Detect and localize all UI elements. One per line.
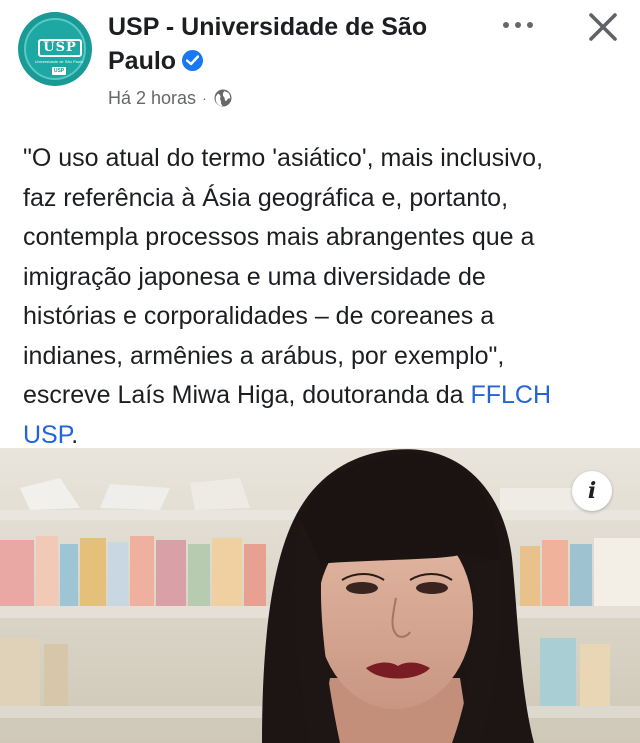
post-text-line: "O uso atual do termo 'asiático', mais i… <box>23 144 544 172</box>
info-button[interactable]: i <box>572 471 612 511</box>
more-dot <box>503 22 509 28</box>
globe-icon[interactable] <box>213 88 233 108</box>
avatar-badge: USP <box>52 67 66 75</box>
fflch-link[interactable]: FFLCH <box>470 381 551 409</box>
close-icon[interactable] <box>584 8 622 46</box>
post-text-end: . <box>71 420 79 449</box>
page-name[interactable]: USP - Universidade de São Paulo <box>108 13 427 75</box>
avatar-sub-text: Universidade de São Paulo <box>34 59 84 64</box>
post-text-line: imigração japonesa e uma diversidade de <box>23 262 486 291</box>
post-photo[interactable] <box>0 448 640 743</box>
avatar-logo-text: USP <box>38 39 82 57</box>
post-meta: Há 2 horas · <box>108 86 233 110</box>
page-name-link[interactable]: USP - Universidade de São Paulo <box>108 10 438 78</box>
post-text-line: faz referência à Ásia geográfica e, port… <box>23 183 509 212</box>
post-header: USP Universidade de São Paulo USP USP - … <box>0 0 640 120</box>
post-text-line: contempla processos mais abrangentes que… <box>23 223 535 251</box>
more-options-button[interactable] <box>496 6 540 42</box>
more-dot <box>527 22 533 28</box>
photo-image <box>0 448 640 743</box>
verified-badge-icon <box>182 50 204 71</box>
page-avatar[interactable]: USP Universidade de São Paulo USP <box>18 12 92 86</box>
post-text-line: indianes, armênies a arábus, por exemplo… <box>23 341 505 370</box>
more-dot <box>515 22 521 28</box>
meta-separator: · <box>202 90 207 106</box>
usp-link[interactable]: USP <box>23 421 71 449</box>
avatar-logo-ring: USP Universidade de São Paulo USP <box>24 18 86 80</box>
post-text-line: escreve Laís Miwa Higa, doutoranda da <box>23 381 471 409</box>
post-text: "O uso atual do termo 'asiático', mais i… <box>23 139 623 455</box>
post-timestamp[interactable]: Há 2 horas <box>108 86 196 110</box>
post-text-line: histórias e corporalidades – de coreanes… <box>23 302 495 330</box>
